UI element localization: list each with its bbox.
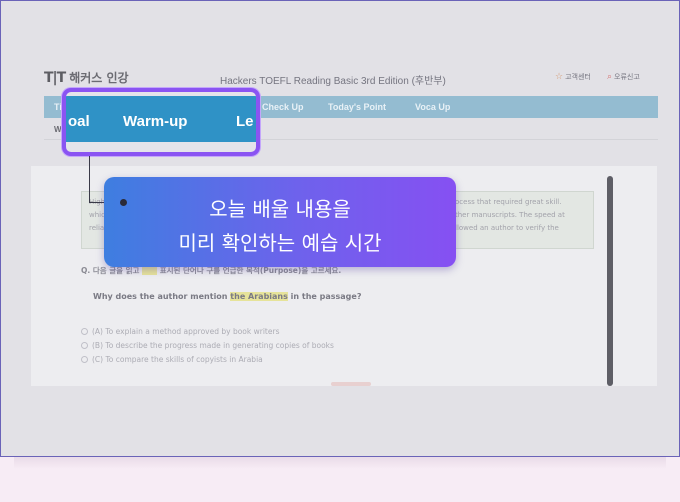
logo-mark: T|T (44, 69, 66, 86)
zoomed-nav-item-warm-up[interactable]: Warm-up (123, 113, 187, 130)
error-report-link[interactable]: ⌕ 오류신고 (607, 72, 640, 82)
logo[interactable]: T|T 해커스 인강 (44, 69, 129, 86)
radio-button[interactable] (81, 342, 88, 349)
nav-item-check-up[interactable]: Check Up (262, 102, 304, 112)
question-text: Why does the author mention the Arabians… (93, 292, 362, 301)
nav-item-voca-up[interactable]: Voca Up (415, 102, 450, 112)
nav-item-todays-point[interactable]: Today's Point (328, 102, 386, 112)
bottom-indicator (331, 382, 371, 386)
scrollbar[interactable] (607, 176, 613, 386)
customer-center-link[interactable]: ☆ 고객센터 (555, 72, 591, 82)
screenshot-frame: T|T 해커스 인강 Hackers TOEFL Reading Basic 3… (0, 0, 680, 457)
zoomed-nav-item-goal[interactable]: oal (68, 113, 90, 130)
answer-option-c[interactable]: (C) To compare the skills of copyists in… (81, 355, 263, 364)
customer-center-label: 고객센터 (565, 73, 591, 81)
highlighted-phrase: the Arabians (230, 292, 288, 301)
radio-button[interactable] (81, 328, 88, 335)
page-title: Hackers TOEFL Reading Basic 3rd Edition … (220, 76, 446, 87)
callout-connector (89, 156, 90, 202)
logo-text: 해커스 인강 (69, 71, 129, 85)
passage-right-text: ocess that required great skill. ther ma… (455, 198, 565, 232)
answer-option-a[interactable]: (A) To explain a method approved by book… (81, 327, 279, 336)
callout-connector-dot (120, 199, 127, 206)
star-icon: ☆ (555, 72, 564, 82)
zoomed-nav-bar: oal Warm-up Le (66, 92, 256, 152)
zoom-highlight: oal Warm-up Le (62, 88, 260, 156)
callout-box: 오늘 배울 내용을 미리 확인하는 예습 시간 (104, 177, 456, 267)
magnifier-icon: ⌕ (607, 72, 613, 82)
answer-option-b[interactable]: (B) To describe the progress made in gen… (81, 341, 334, 350)
sub-nav-label: W (54, 125, 62, 134)
radio-button[interactable] (81, 356, 88, 363)
callout-line-1: 오늘 배울 내용을 (209, 197, 351, 221)
error-report-label: 오류신고 (614, 73, 640, 81)
frame-shadow (14, 457, 666, 469)
zoomed-nav-item-lesson[interactable]: Le (236, 113, 254, 130)
callout-line-2: 미리 확인하는 예습 시간 (178, 231, 382, 255)
